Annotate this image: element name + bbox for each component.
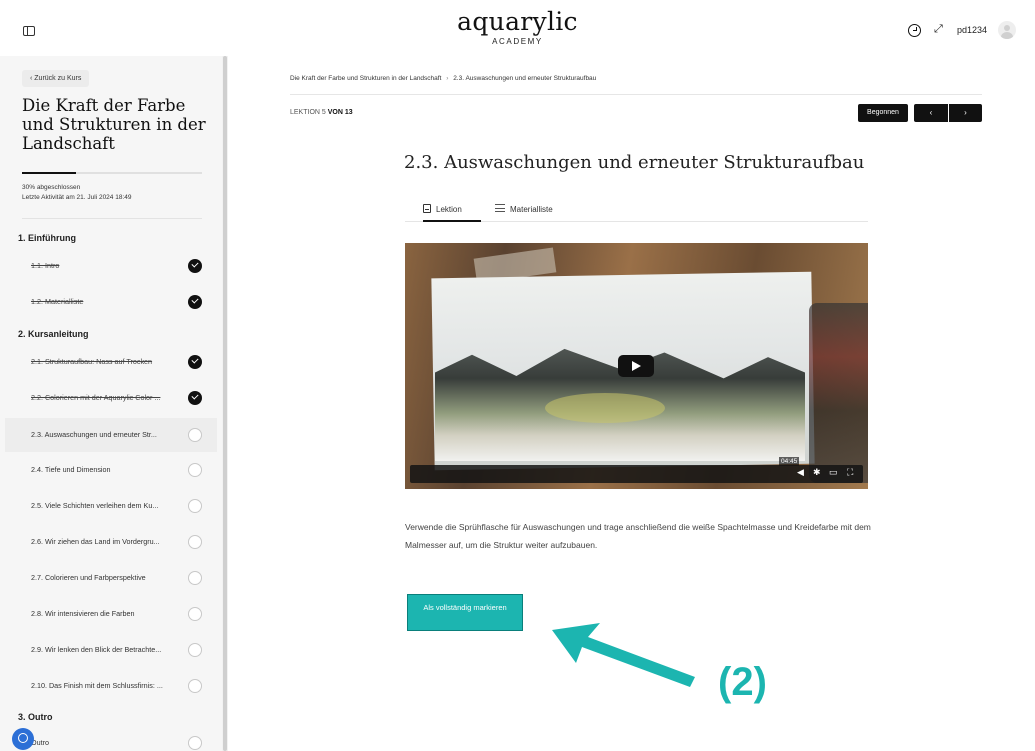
sidebar-scrollbar[interactable]	[222, 56, 228, 751]
incomplete-circle-icon	[188, 535, 202, 549]
video-paint-accent	[545, 393, 665, 423]
lesson-item[interactable]: 2.5. Viele Schichten verleihen dem Ku...	[5, 489, 217, 523]
lesson-label: 1.2. Materialliste	[31, 297, 84, 306]
incomplete-circle-icon	[188, 607, 202, 621]
play-button[interactable]	[618, 355, 654, 377]
incomplete-circle-icon	[188, 571, 202, 585]
lesson-label: 2.2. Colorieren mit der Aquarylic Color …	[31, 393, 161, 402]
incomplete-circle-icon	[188, 643, 202, 657]
logo-text: aquarylic	[457, 7, 578, 36]
video-player[interactable]: 04:45 ◀ ✱ ▭ ⛶	[405, 243, 868, 489]
lesson-counter-prefix: LEKTION 5	[290, 109, 326, 116]
logo[interactable]: aquarylic ACADEMY	[0, 7, 1035, 47]
lesson-label: 2.10. Das Finish mit dem Schlussfirnis: …	[31, 681, 163, 690]
check-icon	[188, 391, 202, 405]
lesson-label: 2.7. Colorieren und Farbperspektive	[31, 573, 146, 582]
lesson-label: 2.3. Auswaschungen und erneuter Str...	[31, 430, 157, 439]
logo-subtext: ACADEMY	[492, 37, 543, 46]
course-progress-bar	[22, 172, 202, 174]
lesson-counter-total: VON 13	[327, 109, 353, 116]
lesson-item[interactable]: 2.4. Tiefe und Dimension	[5, 453, 217, 487]
annotation-arrow-shape	[552, 623, 695, 687]
lesson-tabs: Lektion Materialliste	[405, 198, 868, 222]
lesson-item[interactable]: 2.8. Wir intensivieren die Farben	[5, 597, 217, 631]
username[interactable]: pd1234	[957, 25, 987, 35]
miniplayer-icon[interactable]: ▭	[829, 467, 838, 478]
check-icon	[188, 259, 202, 273]
avatar[interactable]	[998, 21, 1016, 39]
incomplete-circle-icon	[188, 736, 202, 750]
volume-icon[interactable]: ◀	[797, 467, 804, 478]
lesson-item[interactable]: Outro	[5, 726, 217, 751]
tab-materialliste[interactable]: Materialliste	[495, 204, 553, 222]
lesson-item[interactable]: 2.10. Das Finish mit dem Schlussfirnis: …	[5, 669, 217, 703]
theme-toggle-icon[interactable]	[908, 24, 921, 37]
breadcrumb-current-lesson: 2.3. Auswaschungen und erneuter Struktur…	[453, 75, 597, 82]
section-title: 1. Einführung	[18, 233, 76, 243]
lesson-counter: LEKTION 5 VON 13	[290, 109, 353, 116]
tab-lektion[interactable]: Lektion	[423, 204, 481, 222]
incomplete-circle-icon	[188, 428, 202, 442]
lesson-label: 1.1. Intro	[31, 261, 60, 270]
annotation-arrow	[552, 623, 695, 687]
lesson-item[interactable]: 2.1. Strukturaufbau: Nass auf Trocken	[5, 345, 217, 379]
progress-percent: 30% abgeschlossen	[22, 184, 81, 191]
fullscreen-icon[interactable]: ⤢	[934, 23, 943, 36]
lesson-label: 2.1. Strukturaufbau: Nass auf Trocken	[31, 357, 153, 366]
lesson-label: 2.4. Tiefe und Dimension	[31, 465, 111, 474]
sidebar-divider	[22, 218, 202, 219]
lesson-item-active[interactable]: 2.3. Auswaschungen und erneuter Str...	[5, 418, 217, 452]
incomplete-circle-icon	[188, 679, 202, 693]
check-icon	[188, 295, 202, 309]
video-paint-jars	[809, 303, 868, 483]
lesson-item[interactable]: 2.9. Wir lenken den Blick der Betrachte.…	[5, 633, 217, 667]
lesson-item[interactable]: 1.2. Materialliste	[5, 285, 217, 319]
breadcrumb: Die Kraft der Farbe und Strukturen in de…	[290, 75, 596, 82]
lesson-item[interactable]: 1.1. Intro	[5, 249, 217, 283]
lesson-label: 2.5. Viele Schichten verleihen dem Ku...	[31, 501, 159, 510]
previous-lesson-button[interactable]: ‹	[914, 104, 948, 122]
incomplete-circle-icon	[188, 499, 202, 513]
fullscreen-icon[interactable]: ⛶	[847, 467, 853, 478]
status-started-button[interactable]: Begonnen	[858, 104, 908, 122]
breadcrumb-course-link[interactable]: Die Kraft der Farbe und Strukturen in de…	[290, 75, 441, 82]
section-title: 3. Outro	[18, 712, 53, 722]
progress-text: 30% abgeschlossen Letzte Aktivität am 21…	[22, 183, 131, 203]
course-title: Die Kraft der Farbe und Strukturen in de…	[22, 96, 206, 153]
incomplete-circle-icon	[188, 463, 202, 477]
lesson-description: Verwende die Sprühflasche für Auswaschun…	[405, 522, 871, 550]
content-divider	[290, 94, 982, 95]
top-header: aquarylic ACADEMY ⤢ pd1234	[0, 0, 1035, 56]
lesson-label: Outro	[31, 738, 49, 747]
help-widget-icon[interactable]	[12, 728, 34, 750]
lesson-item[interactable]: 2.6. Wir ziehen das Land im Vordergru...	[5, 525, 217, 559]
lesson-label: 2.8. Wir intensivieren die Farben	[31, 609, 135, 618]
last-activity: Letzte Aktivität am 21. Juli 2024 18:49	[22, 194, 132, 201]
scrollbar-thumb[interactable]	[223, 56, 227, 751]
tab-label: Lektion	[436, 205, 462, 214]
course-progress-fill	[22, 172, 76, 174]
section-title: 2. Kursanleitung	[18, 329, 89, 339]
lesson-item[interactable]: 2.7. Colorieren und Farbperspektive	[5, 561, 217, 595]
video-controls-bar[interactable]	[410, 465, 863, 483]
lesson-item[interactable]: 2.2. Colorieren mit der Aquarylic Color …	[5, 381, 217, 415]
check-icon	[188, 355, 202, 369]
annotation-label: (2)	[718, 660, 767, 704]
settings-icon[interactable]: ✱	[813, 467, 821, 478]
lesson-title: 2.3. Auswaschungen und erneuter Struktur…	[404, 152, 865, 173]
course-sidebar: ‹ Zurück zu Kurs Die Kraft der Farbe und…	[0, 56, 222, 751]
lesson-label: 2.9. Wir lenken den Blick der Betrachte.…	[31, 645, 162, 654]
mark-complete-button[interactable]: Als vollständig markieren	[407, 594, 523, 631]
breadcrumb-separator: ›	[446, 75, 449, 82]
back-to-course-button[interactable]: ‹ Zurück zu Kurs	[22, 70, 90, 87]
lesson-label: 2.6. Wir ziehen das Land im Vordergru...	[31, 537, 160, 546]
next-lesson-button[interactable]: ›	[949, 104, 982, 122]
document-icon	[423, 204, 431, 213]
list-icon	[495, 204, 505, 212]
tab-label: Materialliste	[510, 205, 553, 214]
